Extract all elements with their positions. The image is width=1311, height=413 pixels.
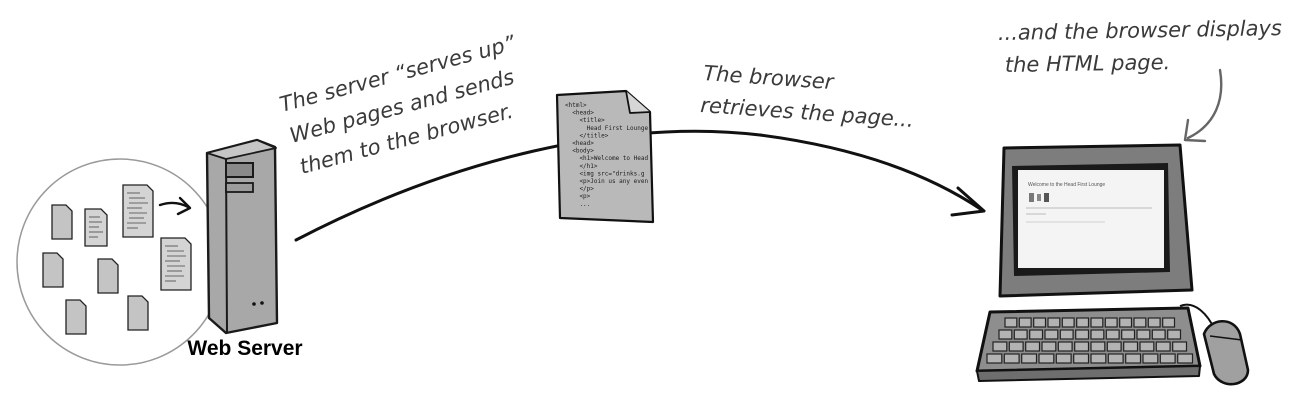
- code-line: Head First Lounge: [565, 125, 648, 132]
- keyboard-key: [1008, 341, 1024, 352]
- computer-icon: Welcome to the Head First Lounge: [975, 143, 1250, 386]
- small-doc-icon: [127, 295, 149, 331]
- browser-screen: Welcome to the Head First Lounge: [1018, 170, 1164, 268]
- code-line: <head>: [565, 140, 594, 147]
- server-document-cluster: [16, 158, 224, 366]
- keyboard-key: [998, 329, 1013, 340]
- keyboard-key: [1061, 317, 1075, 328]
- keyboard-key: [1090, 353, 1107, 364]
- keyboard-key: [1159, 353, 1176, 364]
- screen-page-heading: Welcome to the Head First Lounge: [1028, 182, 1105, 188]
- keyboard-key: [1147, 317, 1161, 328]
- keyboard-key: [1139, 341, 1155, 352]
- code-line: <p>: [565, 193, 591, 200]
- keyboard-key: [1151, 329, 1166, 340]
- pointer-arrow-icon: [1186, 68, 1223, 140]
- keyboard-key: [1044, 329, 1059, 340]
- monitor-icon: Welcome to the Head First Lounge: [998, 143, 1194, 298]
- keyboard-key: [1057, 341, 1073, 352]
- keyboard-key: [1090, 341, 1106, 352]
- small-doc-icon: [51, 204, 73, 240]
- keyboard-key: [1162, 317, 1176, 328]
- keyboard-key: [1025, 341, 1041, 352]
- keyboard-key: [1013, 329, 1028, 340]
- keyboard-key: [1125, 353, 1142, 364]
- keyboard-key: [992, 341, 1008, 352]
- keyboard-key: [1076, 317, 1090, 328]
- small-doc-icon: [97, 258, 119, 294]
- screen-image-icon: [1029, 193, 1034, 202]
- keyboard-key: [1155, 341, 1171, 352]
- keyboard-key: [1059, 329, 1074, 340]
- html-document-icon: <html> <head> <title> Head First Lounge …: [555, 89, 655, 224]
- server-note: The server “serves up” Web pages and sen…: [277, 31, 519, 179]
- keyboard-key: [1074, 341, 1090, 352]
- keyboard-key: [1047, 317, 1061, 328]
- display-note-line: ...and the browser displays: [998, 16, 1282, 45]
- keyboard-key: [1038, 353, 1055, 364]
- small-doc-icon: [160, 237, 192, 291]
- keyboard-key: [1055, 353, 1072, 364]
- code-line: </h1>: [565, 163, 598, 170]
- keyboard-key: [986, 353, 1003, 364]
- small-doc-icon: [42, 252, 64, 288]
- svg-text:retrieves the page...: retrieves the page...: [700, 93, 915, 132]
- server-label: Web Server: [187, 337, 302, 360]
- code-line: <img src="drinks.g: [565, 170, 645, 177]
- small-doc-icon: [84, 208, 108, 247]
- keyboard-key: [1107, 353, 1124, 364]
- code-line: <title>: [565, 117, 605, 124]
- keyboard-key: [1133, 317, 1147, 328]
- keyboard-icon: [975, 306, 1202, 382]
- keyboard-key: [1167, 329, 1182, 340]
- code-line: <head>: [565, 110, 594, 117]
- keyboard-key: [1090, 317, 1104, 328]
- browser-note-line: The browser: [703, 61, 836, 94]
- keyboard-key: [1136, 329, 1151, 340]
- keyboard-key: [1172, 341, 1188, 352]
- keyboard-key: [1003, 353, 1020, 364]
- web-server-diagram: Web Server <html> <head> <title> Head Fi…: [16, 16, 1282, 386]
- server-tower-icon: [205, 138, 279, 335]
- keyboard-key: [1075, 329, 1090, 340]
- keyboard-key: [1123, 341, 1139, 352]
- keyboard-key: [1004, 317, 1018, 328]
- code-line: <p>Join us any even: [565, 178, 648, 185]
- code-line: <html>: [565, 102, 587, 109]
- keyboard-key: [1121, 329, 1136, 340]
- code-line: <h1>Welcome to Head: [565, 155, 648, 162]
- code-line: </title>: [565, 132, 609, 139]
- keyboard-key: [1018, 317, 1032, 328]
- code-line: </p>: [565, 186, 594, 193]
- display-note-line: the HTML page.: [1005, 50, 1171, 77]
- small-doc-icon: [122, 184, 154, 238]
- browser-note: The browser retrieves the page...: [700, 61, 915, 132]
- keyboard-key: [1104, 317, 1118, 328]
- keyboard-key: [1119, 317, 1133, 328]
- keyboard-key: [1033, 317, 1047, 328]
- keyboard-key: [1106, 341, 1122, 352]
- keyboard-key: [1177, 353, 1194, 364]
- code-line: ...: [565, 201, 590, 208]
- keyboard-key: [1073, 353, 1090, 364]
- browser-note-line: retrieves the page...: [700, 93, 915, 132]
- keyboard-key: [1090, 329, 1105, 340]
- svg-text:...and the browser displays: ...and the browser displays: [998, 16, 1282, 45]
- keyboard-key: [1142, 353, 1159, 364]
- keyboard-key: [1021, 353, 1038, 364]
- svg-text:The browser: The browser: [703, 61, 836, 94]
- keyboard-key: [1105, 329, 1120, 340]
- keyboard-key: [1041, 341, 1057, 352]
- keyboard-key: [1029, 329, 1044, 340]
- small-doc-icon: [65, 299, 87, 335]
- svg-text:the HTML page.: the HTML page.: [1005, 50, 1171, 77]
- code-line: <body>: [565, 148, 594, 155]
- display-note: ...and the browser displays the HTML pag…: [998, 16, 1282, 143]
